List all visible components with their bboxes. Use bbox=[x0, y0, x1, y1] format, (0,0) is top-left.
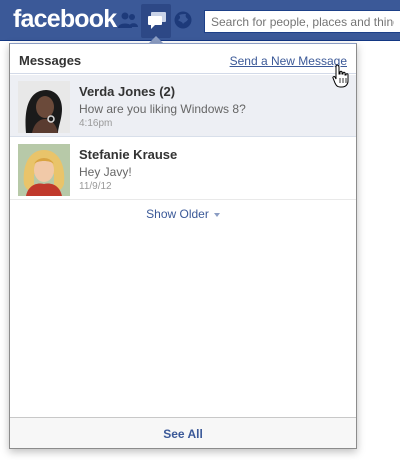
friends-icon bbox=[118, 12, 138, 28]
sender-name: Stefanie Krause bbox=[79, 147, 178, 162]
sender-name: Verda Jones (2) bbox=[79, 84, 176, 99]
facebook-logo[interactable]: facebook bbox=[13, 5, 117, 34]
flyout-title: Messages bbox=[19, 53, 82, 68]
message-snippet: How are you liking Windows 8? bbox=[79, 102, 246, 116]
chevron-down-icon bbox=[213, 212, 220, 217]
message-thread-item[interactable]: Verda Jones (2) How are you liking Windo… bbox=[10, 75, 356, 137]
notifications-icon bbox=[174, 11, 192, 29]
profile-photo bbox=[18, 144, 70, 196]
search-input[interactable] bbox=[204, 10, 400, 33]
top-navigation-bar: facebook bbox=[0, 0, 400, 41]
avatar bbox=[18, 81, 70, 133]
messages-flyout: Messages Send a New Message Verda Jones … bbox=[9, 43, 357, 449]
flyout-notch bbox=[149, 36, 163, 43]
avatar bbox=[18, 144, 70, 196]
show-older-label: Show Older bbox=[146, 207, 209, 221]
friend-requests-button[interactable] bbox=[116, 8, 140, 32]
message-time: 4:16pm bbox=[79, 118, 113, 129]
profile-photo bbox=[18, 81, 70, 133]
send-new-message-link[interactable]: Send a New Message bbox=[230, 54, 347, 68]
message-thread-item[interactable]: Stefanie Krause Hey Javy! 11/9/12 bbox=[10, 138, 356, 200]
flyout-footer: See All bbox=[10, 417, 356, 448]
message-snippet: Hey Javy! bbox=[79, 165, 132, 179]
notifications-button[interactable] bbox=[171, 8, 195, 32]
hand-pointer-cursor-icon bbox=[332, 64, 350, 93]
show-older-button[interactable]: Show Older bbox=[10, 207, 356, 221]
messages-icon bbox=[148, 12, 166, 29]
message-time: 11/9/12 bbox=[79, 181, 112, 192]
flyout-header: Messages Send a New Message bbox=[10, 44, 356, 74]
see-all-link[interactable]: See All bbox=[10, 427, 356, 441]
messages-button[interactable] bbox=[145, 8, 169, 32]
